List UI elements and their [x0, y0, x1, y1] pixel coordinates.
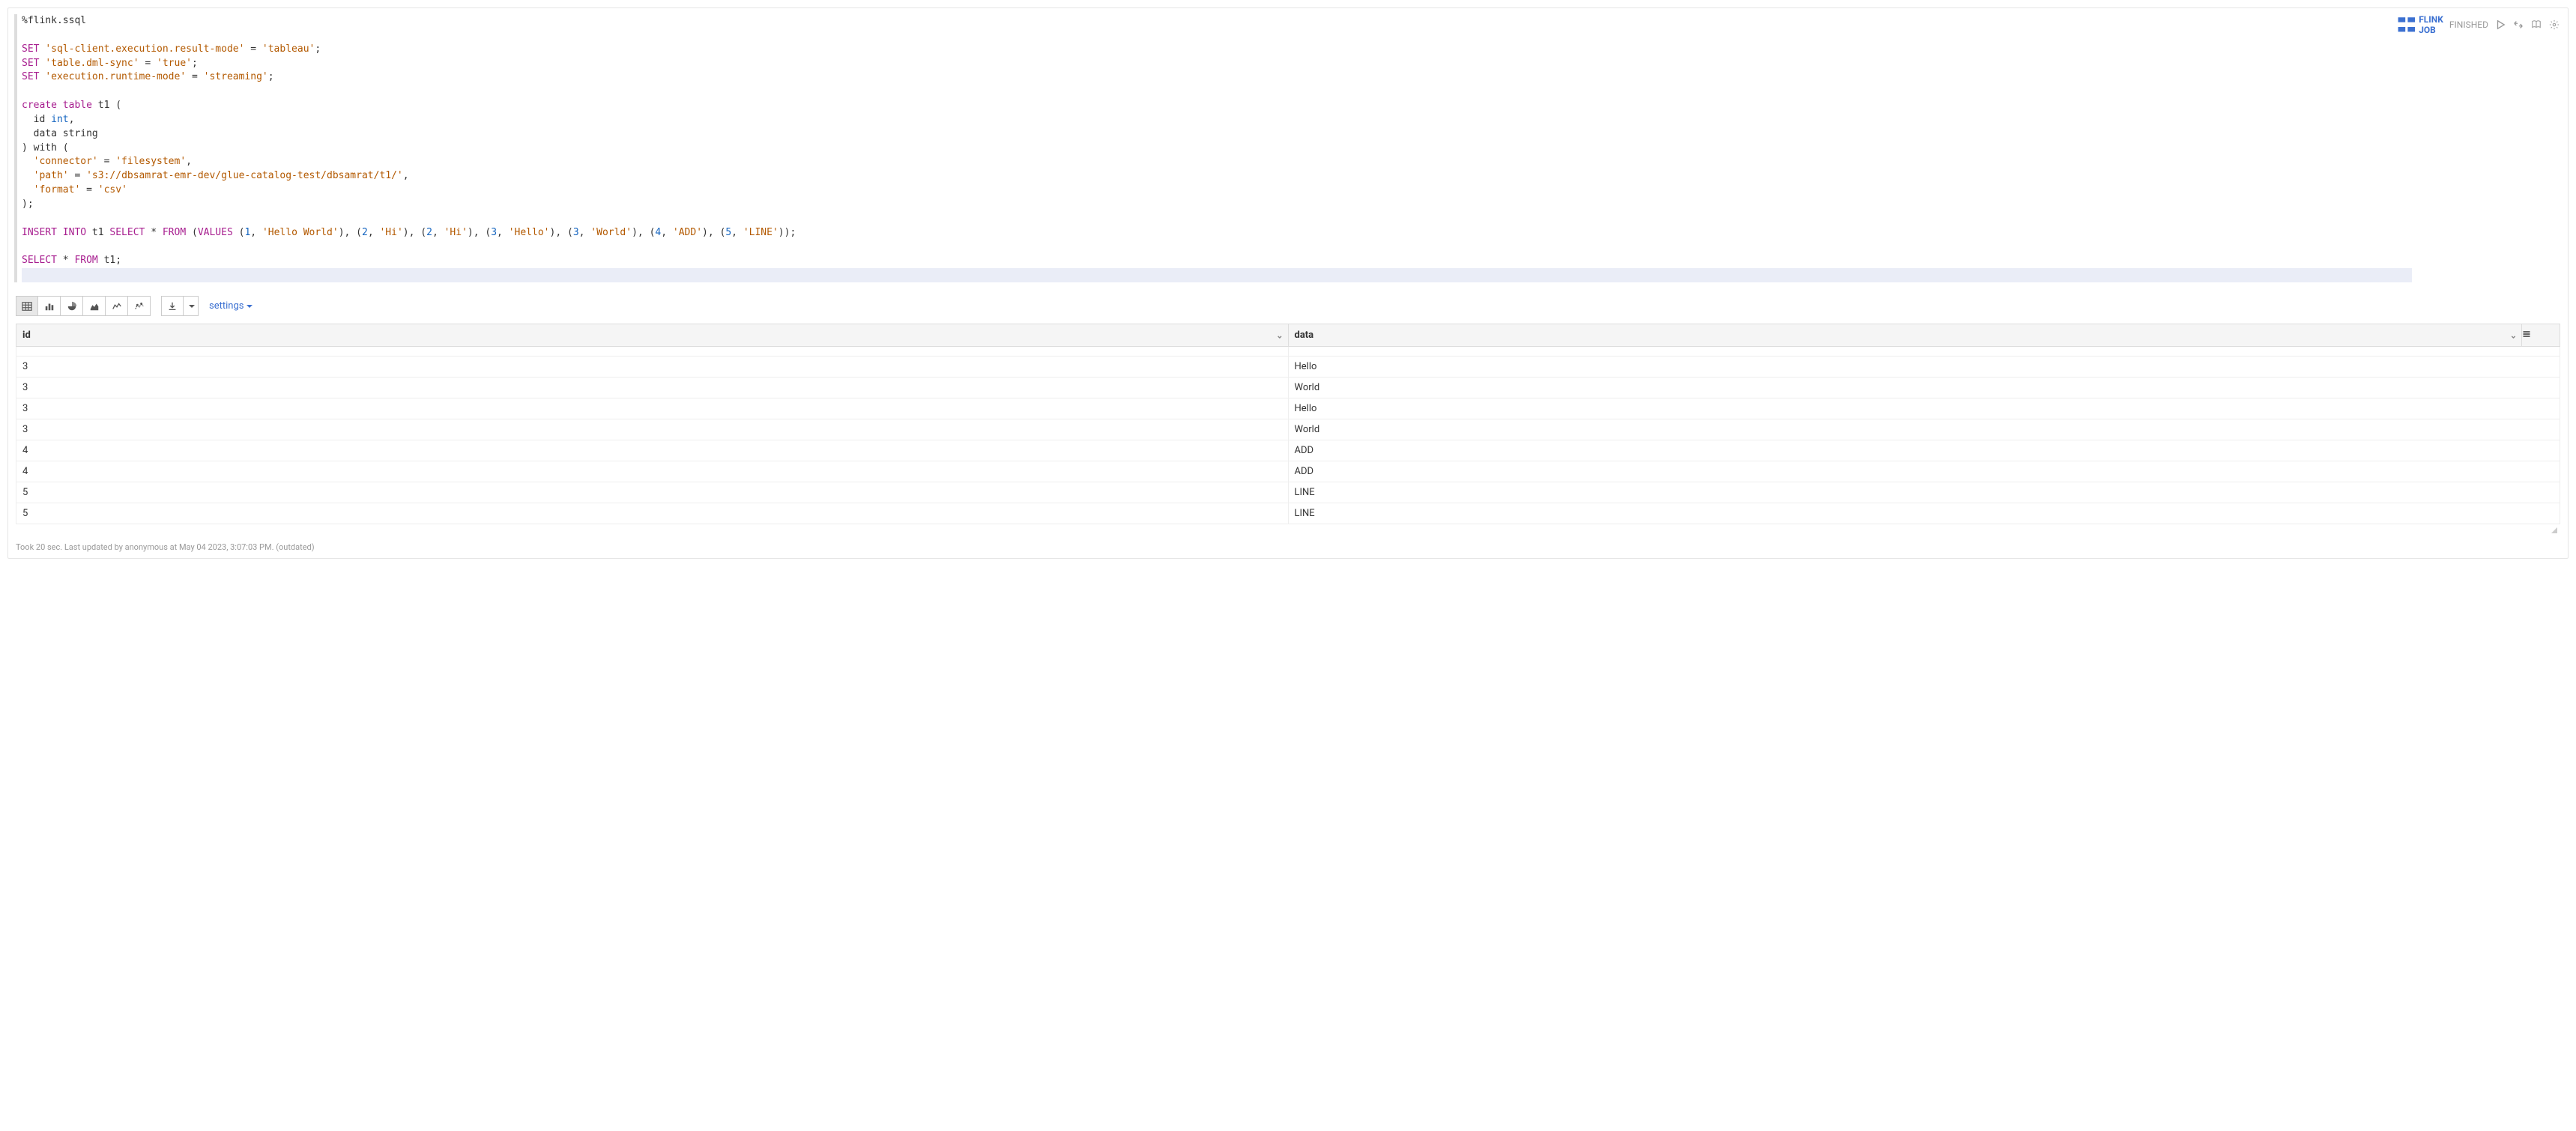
cell-id: 3	[16, 419, 1289, 440]
cell-id: 3	[16, 377, 1289, 398]
table-row: 3Hello	[16, 398, 2560, 419]
cell-data: LINE	[1288, 482, 2560, 503]
menu-icon	[2522, 330, 2531, 339]
download-icon	[167, 301, 178, 312]
caret-down-icon	[189, 305, 195, 308]
result-panel: settings id ⌄ data ⌄	[8, 288, 2568, 539]
table-row: 4ADD	[16, 461, 2560, 482]
table-row: 3World	[16, 419, 2560, 440]
table-row: 3Hello	[16, 357, 2560, 377]
table-row: 3World	[16, 377, 2560, 398]
table-row: 5LINE	[16, 503, 2560, 524]
pie-chart-icon	[67, 301, 77, 312]
cell-data: Hello	[1288, 398, 2560, 419]
bar-chart-icon	[44, 301, 55, 312]
notebook-cell: FLINK JOB FINISHED %flink.ssql SET 'sql-…	[7, 7, 2569, 559]
caret-down-icon	[247, 305, 253, 308]
cell-id: 4	[16, 440, 1289, 461]
line-chart-button[interactable]	[106, 296, 128, 316]
download-group	[161, 296, 199, 316]
cell-data: ADD	[1288, 440, 2560, 461]
result-table: id ⌄ data ⌄ 3Hello3World3Hello3World4ADD…	[16, 324, 2560, 524]
code-editor[interactable]: %flink.ssql SET 'sql-client.execution.re…	[8, 8, 2568, 288]
scatter-chart-icon	[134, 301, 145, 312]
pie-chart-button[interactable]	[61, 296, 83, 316]
scatter-chart-button[interactable]	[128, 296, 151, 316]
table-view-button[interactable]	[16, 296, 38, 316]
cell-data: LINE	[1288, 503, 2560, 524]
chart-type-group	[16, 296, 151, 316]
table-header-row: id ⌄ data ⌄	[16, 324, 2560, 347]
resize-handle[interactable]	[16, 524, 2560, 536]
cell-id: 3	[16, 398, 1289, 419]
table-row: 5LINE	[16, 482, 2560, 503]
area-chart-icon	[89, 301, 100, 312]
line-chart-icon	[112, 301, 122, 312]
resize-icon	[2548, 524, 2557, 533]
download-dropdown-button[interactable]	[184, 296, 199, 316]
cell-id: 5	[16, 482, 1289, 503]
cell-id: 3	[16, 357, 1289, 377]
result-toolbar: settings	[16, 296, 2560, 316]
settings-link[interactable]: settings	[209, 300, 253, 312]
table-body: 3Hello3World3Hello3World4ADD4ADD5LINE5LI…	[16, 347, 2560, 524]
chevron-down-icon: ⌄	[2510, 330, 2517, 340]
cell-id: 5	[16, 503, 1289, 524]
column-header-id[interactable]: id ⌄	[16, 324, 1289, 347]
cell-data: World	[1288, 377, 2560, 398]
table-icon	[22, 301, 32, 312]
code-content: %flink.ssql SET 'sql-client.execution.re…	[22, 14, 2568, 282]
area-chart-button[interactable]	[83, 296, 106, 316]
table-row	[16, 347, 2560, 357]
table-row: 4ADD	[16, 440, 2560, 461]
cell-data: World	[1288, 419, 2560, 440]
cell-id: 4	[16, 461, 1289, 482]
bar-chart-button[interactable]	[38, 296, 61, 316]
column-menu-button[interactable]	[2522, 324, 2560, 347]
download-button[interactable]	[161, 296, 184, 316]
column-header-data[interactable]: data ⌄	[1288, 324, 2522, 347]
chevron-down-icon: ⌄	[1276, 330, 1283, 340]
cell-data: Hello	[1288, 357, 2560, 377]
cell-data: ADD	[1288, 461, 2560, 482]
execution-footer: Took 20 sec. Last updated by anonymous a…	[8, 539, 2568, 558]
